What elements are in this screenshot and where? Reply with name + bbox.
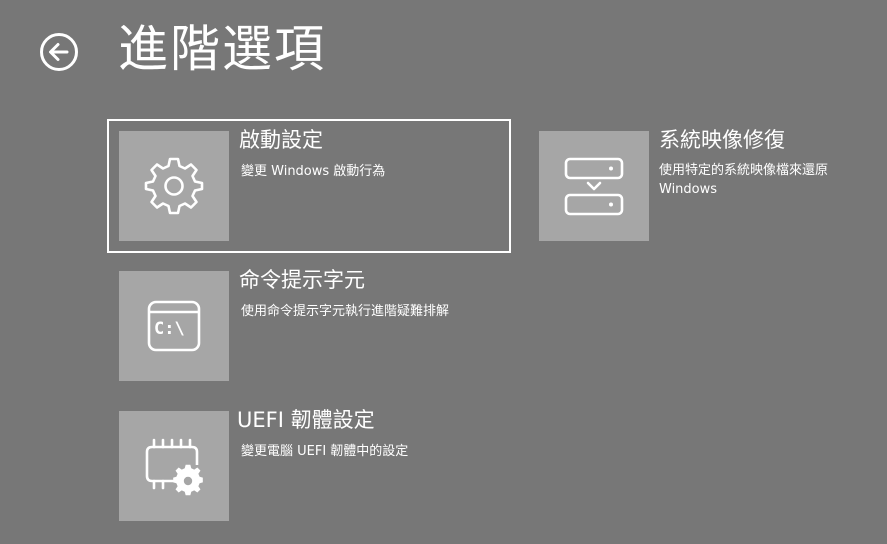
option-description-line: 使用特定的系統映像檔來還原	[659, 163, 829, 178]
option-tile	[119, 131, 229, 241]
option-description: 變更 Windows 啟動行為	[241, 164, 386, 179]
option-title: 命令提示字元	[239, 268, 365, 292]
option-title: 啟動設定	[239, 128, 323, 152]
chip-gear-icon	[142, 434, 206, 498]
gear-icon	[144, 156, 204, 216]
option-description: 使用命令提示字元執行進階疑難排解	[241, 304, 450, 319]
option-tile: C:\	[119, 271, 229, 381]
option-title: 系統映像修復	[659, 128, 785, 152]
system-image-icon	[563, 155, 625, 217]
option-command-prompt[interactable]: C:\ 命令提示字元 使用命令提示字元執行進階疑難排解	[119, 261, 519, 381]
option-uefi-firmware-settings[interactable]: UEFI 韌體設定 變更電腦 UEFI 韌體中的設定	[119, 400, 519, 521]
option-startup-settings[interactable]: 啟動設定 變更 Windows 啟動行為	[107, 119, 511, 253]
command-prompt-icon-text: C:\	[154, 319, 185, 339]
option-description: 使用特定的系統映像檔來還原 Windows	[659, 161, 828, 199]
option-tile	[119, 411, 229, 521]
option-title: UEFI 韌體設定	[237, 408, 375, 432]
option-description: 變更電腦 UEFI 韌體中的設定	[241, 444, 409, 459]
back-button[interactable]	[39, 32, 79, 72]
option-tile	[539, 131, 649, 241]
option-description-line: Windows	[659, 182, 718, 197]
page-title: 進階選項	[118, 20, 326, 78]
option-system-image-recovery[interactable]: 系統映像修復 使用特定的系統映像檔來還原 Windows	[539, 121, 879, 241]
arrow-left-circle-icon	[39, 32, 79, 72]
command-prompt-icon: C:\	[146, 299, 202, 353]
